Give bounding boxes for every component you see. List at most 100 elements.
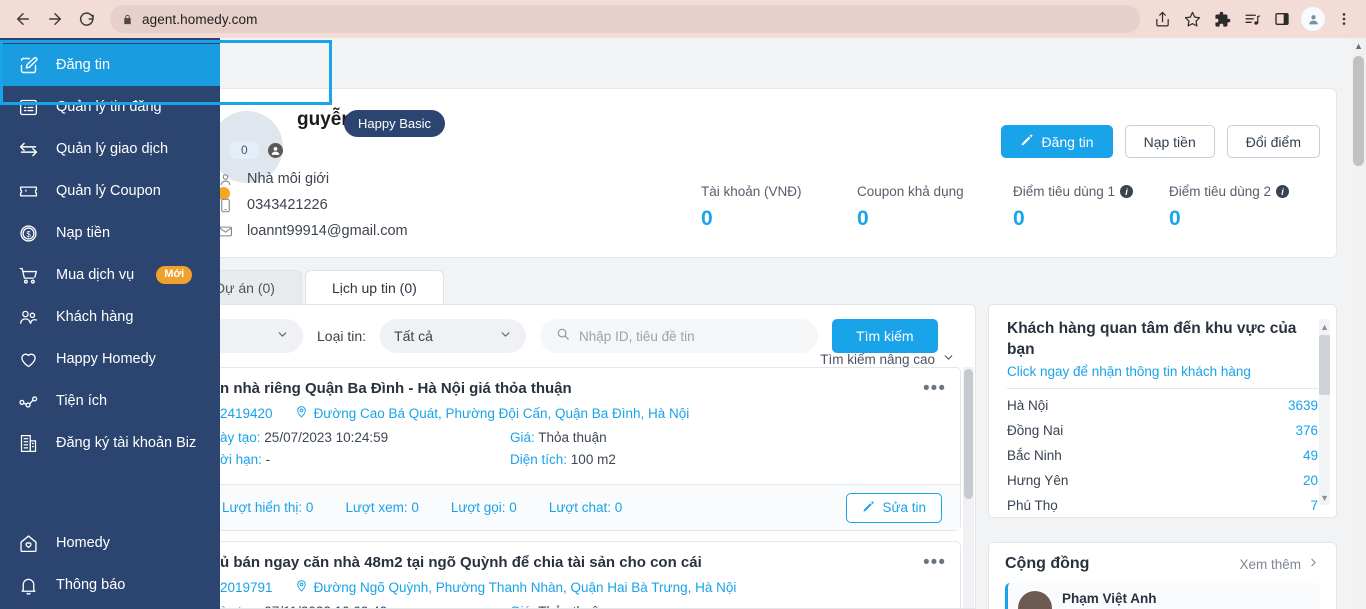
created-label: ày tạo: bbox=[220, 430, 261, 445]
profile-actions: Đăng tin Nạp tiền Đổi điểm bbox=[1001, 125, 1320, 158]
sidebar-item-label: Homedy bbox=[56, 535, 110, 551]
sidebar-item-label: Tiện ích bbox=[56, 393, 108, 409]
info-icon[interactable]: i bbox=[1120, 185, 1134, 198]
region-count: 3639 bbox=[1287, 398, 1318, 414]
chevron-down-icon bbox=[499, 328, 512, 344]
stat-chats: Lượt chat: 0 bbox=[548, 500, 623, 515]
post-author: Phạm Việt Anh bbox=[1062, 591, 1157, 606]
type-filter-select[interactable]: Tất cả bbox=[380, 319, 527, 353]
ticket-icon bbox=[14, 177, 42, 205]
list-item[interactable]: Phú Thọ 7 bbox=[1007, 493, 1318, 518]
back-arrow-icon[interactable] bbox=[8, 4, 38, 34]
topup-button[interactable]: Nạp tiền bbox=[1124, 125, 1215, 158]
list-item[interactable]: Hà Nội 3639 bbox=[1007, 393, 1318, 418]
more-horizontal-icon[interactable]: ••• bbox=[923, 378, 946, 400]
sidebar-item-tien-ich[interactable]: Tiện ích bbox=[0, 380, 220, 422]
sidebar-item-quan-ly-tin-dang[interactable]: Quản lý tin đăng bbox=[0, 86, 220, 128]
search-button[interactable]: Tìm kiếm bbox=[832, 319, 938, 353]
search-input[interactable]: Nhập ID, tiêu đề tin bbox=[540, 319, 819, 353]
stat-points-1: Điểm tiêu dùng 1 i 0 bbox=[1013, 184, 1169, 231]
star-icon[interactable] bbox=[1178, 5, 1206, 33]
listing-address-text: Đường Ngõ Quỳnh, Phường Thanh Nhàn, Quận… bbox=[313, 579, 737, 595]
stat-points-2-label: Điểm tiêu dùng 2 bbox=[1169, 184, 1272, 199]
forward-arrow-icon[interactable] bbox=[40, 4, 70, 34]
edit-listing-button[interactable]: Sửa tin bbox=[846, 492, 942, 523]
list-item[interactable]: ••• ủ bán ngay căn nhà 48m2 tại ngõ Quỳn… bbox=[203, 541, 961, 608]
post-listing-button[interactable]: Đăng tin bbox=[1001, 125, 1113, 158]
lock-icon bbox=[122, 13, 133, 26]
list-item[interactable]: Đồng Nai 376 bbox=[1007, 418, 1318, 443]
kebab-menu-icon[interactable] bbox=[1330, 5, 1358, 33]
share-icon[interactable] bbox=[1148, 5, 1176, 33]
bell-icon bbox=[14, 571, 42, 599]
edit-listing-label: Sửa tin bbox=[882, 500, 926, 515]
panel-scrollbar-thumb[interactable] bbox=[964, 369, 973, 499]
stat-balance: Tài khoản (VNĐ) 0 bbox=[701, 184, 857, 231]
sidebar-item-homedy[interactable]: Homedy bbox=[0, 522, 220, 564]
tab-uplog[interactable]: Lịch up tin (0) bbox=[304, 270, 444, 304]
avatar[interactable] bbox=[1301, 7, 1325, 31]
sidebar-item-thong-bao[interactable]: Thông báo bbox=[0, 564, 220, 606]
scroll-up-icon[interactable]: ▲ bbox=[1354, 41, 1363, 51]
side-panel-icon[interactable] bbox=[1268, 5, 1296, 33]
list-item[interactable]: Bắc Ninh 49 bbox=[1007, 443, 1318, 468]
more-horizontal-icon[interactable]: ••• bbox=[923, 552, 946, 574]
area-value: 100 m2 bbox=[570, 452, 616, 467]
customer-interest-link[interactable]: Click ngay để nhận thông tin khách hàng bbox=[1007, 364, 1318, 379]
info-icon[interactable]: i bbox=[1276, 185, 1290, 198]
reload-icon[interactable] bbox=[72, 4, 102, 34]
tab-projects-label: Dự án (0) bbox=[215, 279, 275, 296]
sidebar-item-mua-dich-vu[interactable]: Mua dịch vụ Mới bbox=[0, 254, 220, 296]
sidebar-item-khach-hang[interactable]: Khách hàng bbox=[0, 296, 220, 338]
page-scrollbar-thumb[interactable] bbox=[1353, 56, 1364, 166]
sidebar-item-quan-ly-giao-dich[interactable]: Quản lý giao dịch bbox=[0, 128, 220, 170]
account-stats: Tài khoản (VNĐ) 0 Coupon khả dụng 0 Điểm… bbox=[701, 184, 1325, 231]
price-value: Thỏa thuận bbox=[538, 604, 606, 608]
sidebar-item-label: Quản lý giao dịch bbox=[56, 141, 169, 157]
address-bar[interactable]: agent.homedy.com bbox=[110, 5, 1140, 33]
created-value: 25/07/2023 10:24:59 bbox=[264, 430, 389, 445]
nodes-icon bbox=[14, 387, 42, 415]
topup-label: Nạp tiền bbox=[1143, 133, 1196, 150]
profile-phone-row: 0343421226 bbox=[217, 197, 328, 213]
exchange-points-button[interactable]: Đổi điểm bbox=[1226, 125, 1320, 158]
advanced-search-toggle[interactable]: Tìm kiếm nâng cao bbox=[820, 351, 955, 367]
sidebar-item-happy-homedy[interactable]: Happy Homedy bbox=[0, 338, 220, 380]
area-label: Diện tích: bbox=[510, 452, 568, 467]
sidebar-item-dang-ky-tai-khoan-biz[interactable]: Đăng ký tài khoản Biz bbox=[0, 422, 220, 464]
list-item[interactable]: Hưng Yên 20 bbox=[1007, 468, 1318, 493]
status-filter-select[interactable] bbox=[207, 319, 303, 353]
puzzle-icon[interactable] bbox=[1208, 5, 1236, 33]
advanced-search-label: Tìm kiếm nâng cao bbox=[820, 351, 935, 367]
listing-stats-bar: Lượt hiển thị: 0 Lượt xem: 0 Lượt gọi: 0… bbox=[204, 484, 960, 530]
exchange-label: Đổi điểm bbox=[1245, 133, 1301, 150]
list-item[interactable]: ••• n nhà riêng Quận Ba Đình - Hà Nội gi… bbox=[203, 367, 961, 531]
scroll-down-icon[interactable]: ▼ bbox=[1320, 493, 1329, 503]
listing-title: n nhà riêng Quận Ba Đình - Hà Nội giá th… bbox=[220, 380, 572, 397]
sidebar-item-dang-tin[interactable]: Đăng tin bbox=[0, 44, 220, 86]
scroll-up-icon[interactable]: ▲ bbox=[1320, 322, 1329, 332]
sidebar-item-quan-ly-coupon[interactable]: Quản lý Coupon bbox=[0, 170, 220, 212]
sidebar-item-nap-tien[interactable]: $ Nạp tiền bbox=[0, 212, 220, 254]
community-post[interactable]: Phạm Việt Anh 2 tháng trước bbox=[1005, 583, 1320, 609]
stat-coupon-value: 0 bbox=[857, 207, 869, 230]
region-name: Hưng Yên bbox=[1007, 473, 1069, 489]
filter-bar: Loại tin: Tất cả Nhập ID, tiêu đề tin Tì… bbox=[189, 305, 975, 367]
rail-scrollbar-thumb[interactable] bbox=[1319, 335, 1330, 395]
community-more-link[interactable]: Xem thêm bbox=[1239, 556, 1320, 572]
stat-calls: Lượt gọi: 0 bbox=[450, 500, 517, 515]
region-count: 20 bbox=[1302, 473, 1318, 489]
media-list-icon[interactable] bbox=[1238, 5, 1266, 33]
expire-value: - bbox=[265, 452, 271, 467]
pencil-icon bbox=[862, 500, 875, 516]
profile-card: guyễn Thị Loan Happy Basic 0 Nhà môi giớ… bbox=[188, 88, 1337, 258]
stat-balance-value: 0 bbox=[701, 207, 713, 230]
customer-interest-card: Khách hàng quan tâm đến khu vực của bạn … bbox=[988, 304, 1337, 518]
sidebar-item-label: Quản lý Coupon bbox=[56, 183, 161, 199]
post-listing-label: Đăng tin bbox=[1041, 133, 1094, 150]
location-pin-icon bbox=[295, 579, 308, 595]
list-icon bbox=[14, 93, 42, 121]
region-count: 376 bbox=[1295, 423, 1318, 439]
profile-role-row: Nhà môi giới bbox=[217, 171, 329, 187]
